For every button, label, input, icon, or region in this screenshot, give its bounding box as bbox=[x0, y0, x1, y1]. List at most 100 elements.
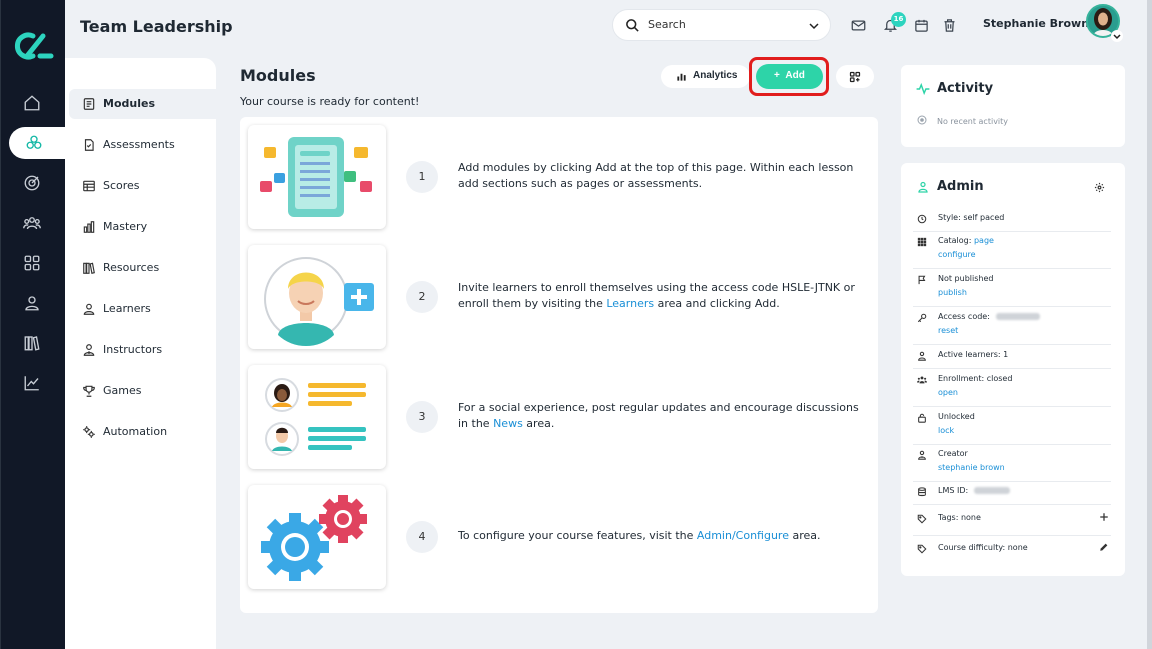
catalog-page-link[interactable]: page bbox=[974, 236, 994, 245]
groups-icon[interactable] bbox=[23, 214, 45, 236]
pencil-icon[interactable] bbox=[1099, 542, 1109, 552]
admin-row-tags: Tags: none bbox=[913, 512, 1111, 536]
step-number: 2 bbox=[406, 281, 438, 313]
getting-started-panel: 1 Add modules by clicking Add at the top… bbox=[240, 117, 878, 613]
step-text: Invite learners to enroll themselves usi… bbox=[458, 281, 855, 310]
add-label: + Add bbox=[774, 70, 805, 81]
assessment-icon bbox=[82, 138, 96, 152]
activity-pulse-icon bbox=[916, 83, 930, 95]
settings-gear-icon[interactable] bbox=[1094, 182, 1105, 193]
submenu-label: Learners bbox=[103, 302, 151, 315]
submenu-label: Instructors bbox=[103, 343, 163, 356]
submenu-label: Automation bbox=[103, 425, 168, 438]
admin-row-published: Not published publish bbox=[913, 273, 1111, 307]
flag-icon bbox=[917, 275, 927, 285]
admin-person-icon bbox=[917, 180, 929, 194]
app-logo[interactable] bbox=[13, 30, 55, 62]
admin-panel: Admin Style: self paced Catalog: page co… bbox=[901, 163, 1125, 576]
learners-link[interactable]: Learners bbox=[606, 297, 654, 310]
submenu-item-mastery[interactable]: Mastery bbox=[69, 212, 216, 242]
clock-icon bbox=[917, 214, 927, 224]
step-number: 4 bbox=[406, 521, 438, 553]
key-icon bbox=[917, 313, 927, 323]
modules-subtitle: Your course is ready for content! bbox=[240, 95, 420, 108]
book-icon bbox=[82, 97, 96, 111]
step-number: 1 bbox=[406, 161, 438, 193]
analytics-button[interactable]: Analytics bbox=[661, 65, 750, 88]
home-icon[interactable] bbox=[23, 94, 45, 116]
gears-icon bbox=[82, 425, 96, 439]
course-submenu: Modules Assessments Scores Mastery Resou… bbox=[65, 58, 216, 649]
news-link[interactable]: News bbox=[493, 417, 523, 430]
creator-link[interactable]: stephanie brown bbox=[938, 462, 1005, 474]
submenu-item-modules[interactable]: Modules bbox=[69, 89, 216, 119]
submenu-item-automation[interactable]: Automation bbox=[69, 417, 216, 447]
admin-row-lock: Unlocked lock bbox=[913, 411, 1111, 445]
activity-title: Activity bbox=[937, 81, 994, 96]
profile-icon[interactable] bbox=[23, 294, 45, 316]
submenu-label: Assessments bbox=[103, 138, 175, 151]
analytics-icon bbox=[676, 71, 687, 82]
step-4-illustration bbox=[248, 485, 386, 589]
lock-icon bbox=[917, 413, 927, 423]
admin-row-lms-id: LMS ID: bbox=[913, 485, 1111, 505]
apps-grid-icon[interactable] bbox=[23, 254, 45, 276]
submenu-label: Mastery bbox=[103, 220, 148, 233]
redacted-access-code bbox=[995, 313, 1040, 320]
submenu-item-resources[interactable]: Resources bbox=[69, 253, 216, 283]
step-4: 4 To configure your course features, vis… bbox=[248, 485, 878, 589]
analytics-label: Analytics bbox=[693, 70, 738, 81]
submenu-item-assessments[interactable]: Assessments bbox=[69, 130, 216, 160]
courses-icon[interactable] bbox=[9, 127, 66, 159]
publish-link[interactable]: publish bbox=[938, 287, 967, 299]
library-icon[interactable] bbox=[23, 334, 45, 356]
database-icon bbox=[917, 487, 927, 497]
lock-link[interactable]: lock bbox=[938, 425, 954, 437]
step-text: Add modules by clicking Add at the top o… bbox=[458, 161, 854, 190]
search-icon bbox=[625, 18, 640, 33]
step-text: For a social experience, post regular up… bbox=[458, 401, 859, 430]
view-options-button[interactable] bbox=[836, 65, 874, 88]
activity-empty-text: No recent activity bbox=[937, 117, 1009, 126]
submenu-item-scores[interactable]: Scores bbox=[69, 171, 216, 201]
trash-icon[interactable] bbox=[942, 18, 958, 34]
step-number: 3 bbox=[406, 401, 438, 433]
radio-dot-icon bbox=[917, 115, 927, 125]
tag-icon bbox=[917, 544, 927, 554]
step-1-illustration bbox=[248, 125, 386, 229]
admin-row-catalog: Catalog: page configure bbox=[913, 235, 1111, 269]
page-scrollbar[interactable] bbox=[1147, 0, 1152, 649]
plus-icon[interactable] bbox=[1099, 512, 1109, 522]
person-icon bbox=[917, 351, 927, 361]
chevron-down-icon[interactable] bbox=[808, 20, 820, 32]
step-text: To configure your course features, visit… bbox=[458, 529, 821, 542]
avatar-menu-chevron-icon[interactable] bbox=[1111, 30, 1123, 42]
admin-row-active-learners: Active learners: 1 bbox=[913, 349, 1111, 369]
add-button[interactable]: + Add bbox=[756, 64, 823, 89]
submenu-label: Modules bbox=[103, 97, 155, 110]
mail-icon[interactable] bbox=[851, 18, 867, 34]
admin-row-enrollment: Enrollment: closed open bbox=[913, 373, 1111, 407]
table-icon bbox=[82, 179, 96, 193]
submenu-item-learners[interactable]: Learners bbox=[69, 294, 216, 324]
notification-badge: 16 bbox=[891, 12, 906, 27]
open-enrollment-link[interactable]: open bbox=[938, 387, 958, 399]
submenu-item-games[interactable]: Games bbox=[69, 376, 216, 406]
reset-link[interactable]: reset bbox=[938, 325, 958, 337]
submenu-item-instructors[interactable]: Instructors bbox=[69, 335, 216, 365]
admin-row-creator: Creator stephanie brown bbox=[913, 448, 1111, 482]
user-name[interactable]: Stephanie Brown bbox=[983, 17, 1089, 30]
step-1: 1 Add modules by clicking Add at the top… bbox=[248, 125, 878, 229]
creator-icon bbox=[917, 450, 927, 460]
admin-row-style: Style: self paced bbox=[913, 212, 1111, 232]
chart-icon[interactable] bbox=[23, 374, 45, 396]
search-input[interactable]: Search bbox=[648, 18, 686, 31]
target-icon[interactable] bbox=[23, 174, 45, 196]
calendar-icon[interactable] bbox=[914, 18, 930, 34]
tag-icon bbox=[917, 514, 927, 524]
person-icon bbox=[82, 302, 96, 316]
admin-configure-link[interactable]: Admin/Configure bbox=[697, 529, 789, 542]
catalog-configure-link[interactable]: configure bbox=[938, 249, 976, 261]
search-box[interactable]: Search bbox=[612, 9, 831, 41]
step-3-illustration bbox=[248, 365, 386, 469]
